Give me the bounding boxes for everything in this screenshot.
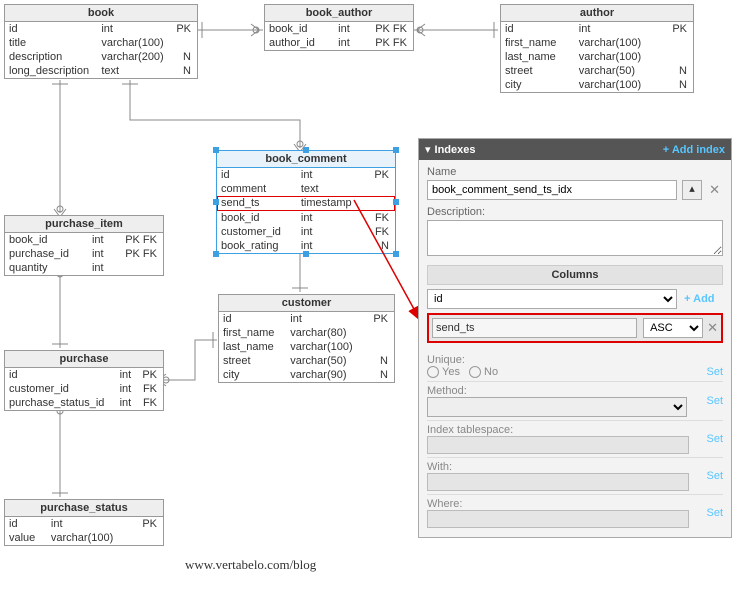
resize-handle[interactable] [393, 147, 399, 153]
resize-handle[interactable] [303, 251, 309, 257]
delete-index-button[interactable]: ✕ [709, 182, 720, 198]
entity-columns: idintPK commenttext send_tstimestamp boo… [217, 168, 395, 253]
entity-book-comment[interactable]: book_comment idintPK commenttext send_ts… [216, 150, 396, 254]
index-column-name[interactable]: send_ts [432, 318, 637, 338]
column-select[interactable]: id [427, 289, 677, 309]
set-where-button[interactable]: Set [706, 507, 723, 519]
entity-title: author [501, 5, 693, 22]
indexes-panel: ▾ Indexes + Add index Name ▴ ✕ Descriptio… [418, 138, 732, 538]
method-select[interactable] [427, 397, 687, 417]
highlighted-column-send-ts: send_tstimestamp [217, 196, 395, 211]
entity-columns: book_idintPK FK purchase_idintPK FK quan… [5, 233, 163, 275]
tablespace-label: Index tablespace: [427, 424, 513, 436]
entity-title: book_author [265, 5, 413, 22]
entity-columns: idintPK first_namevarchar(100) last_name… [501, 22, 693, 92]
where-label: Where: [427, 498, 462, 510]
entity-title: customer [219, 295, 394, 312]
unique-label: Unique: [427, 354, 465, 366]
method-label: Method: [427, 385, 467, 397]
entity-title: purchase_status [5, 500, 163, 517]
add-index-button[interactable]: + Add index [663, 144, 725, 156]
set-unique-button[interactable]: Set [706, 366, 723, 378]
entity-columns: idintPK titlevarchar(100) descriptionvar… [5, 22, 197, 78]
index-name-input[interactable] [427, 180, 677, 200]
entity-book[interactable]: book idintPK titlevarchar(100) descripti… [4, 4, 198, 79]
entity-columns: idintPK customer_idintFK purchase_status… [5, 368, 163, 410]
entity-author[interactable]: author idintPK first_namevarchar(100) la… [500, 4, 694, 93]
panel-header[interactable]: ▾ Indexes + Add index [419, 139, 731, 160]
entity-title: book [5, 5, 197, 22]
entity-purchase-status[interactable]: purchase_status idintPK valuevarchar(100… [4, 499, 164, 546]
entity-customer[interactable]: customer idintPK first_namevarchar(80) l… [218, 294, 395, 383]
entity-purchase-item[interactable]: purchase_item book_idintPK FK purchase_i… [4, 215, 164, 276]
with-label: With: [427, 461, 452, 473]
entity-title: purchase [5, 351, 163, 368]
description-input[interactable] [427, 220, 723, 256]
entity-title: book_comment [217, 151, 395, 168]
resize-handle[interactable] [393, 199, 399, 205]
where-input[interactable] [427, 510, 689, 528]
set-method-button[interactable]: Set [706, 395, 723, 407]
index-column-row: send_ts ASC ✕ [427, 313, 723, 343]
collapse-index-button[interactable]: ▴ [682, 180, 702, 200]
set-with-button[interactable]: Set [706, 470, 723, 482]
remove-column-button[interactable]: ✕ [707, 320, 718, 336]
resize-handle[interactable] [213, 199, 219, 205]
description-label: Description: [427, 206, 723, 218]
entity-columns: book_idintPK FK author_idintPK FK [265, 22, 413, 50]
collapse-icon[interactable]: ▾ [425, 144, 431, 156]
tablespace-input[interactable] [427, 436, 689, 454]
entity-title: purchase_item [5, 216, 163, 233]
set-tablespace-button[interactable]: Set [706, 433, 723, 445]
entity-purchase[interactable]: purchase idintPK customer_idintFK purcha… [4, 350, 164, 411]
entity-book-author[interactable]: book_author book_idintPK FK author_idint… [264, 4, 414, 51]
resize-handle[interactable] [213, 251, 219, 257]
with-input[interactable] [427, 473, 689, 491]
resize-handle[interactable] [303, 147, 309, 153]
footer-url: www.vertabelo.com/blog [185, 557, 316, 573]
name-label: Name [427, 166, 723, 178]
panel-title: Indexes [435, 144, 476, 156]
unique-yes-radio[interactable] [427, 366, 439, 378]
add-column-button[interactable]: + Add [684, 293, 714, 305]
entity-columns: idintPK valuevarchar(100) [5, 517, 163, 545]
unique-no-radio[interactable] [469, 366, 481, 378]
entity-columns: idintPK first_namevarchar(80) last_namev… [219, 312, 394, 382]
resize-handle[interactable] [393, 251, 399, 257]
columns-header: Columns [427, 265, 723, 285]
resize-handle[interactable] [213, 147, 219, 153]
sort-order-select[interactable]: ASC [643, 318, 703, 338]
